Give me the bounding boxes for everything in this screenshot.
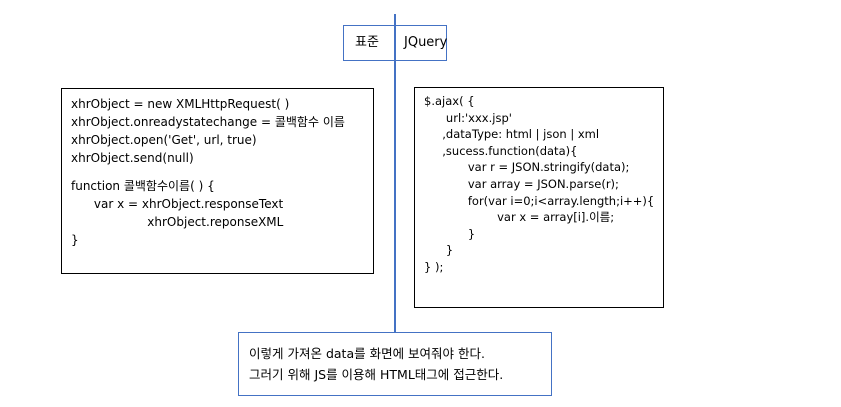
jquery-code-box: $.ajax( { url:'xxx.jsp' ,dataType: html … [414, 87, 664, 308]
code-line: } ); [424, 259, 444, 274]
note-line-2: 그러기 위해 JS를 이용해 HTML태그에 접근한다. [249, 367, 504, 382]
code-line: xhrObject.open('Get', url, true) [71, 133, 257, 147]
comparison-header: 표준 JQuery [343, 25, 447, 61]
code-line: xhrObject = new XMLHttpRequest( ) [71, 97, 290, 111]
code-line: } [424, 243, 454, 258]
jquery-label: JQuery [404, 35, 448, 50]
code-line: } [71, 233, 79, 247]
code-line: for(var i=0;i<array.length;i++){ [424, 193, 655, 208]
code-line: ,dataType: html | json | xml [424, 127, 600, 142]
note-line-1: 이렇게 가져온 data를 화면에 보여줘야 한다. [249, 346, 485, 361]
standard-label: 표준 [355, 35, 379, 50]
code-line: ,sucess.function(data){ [424, 143, 578, 158]
code-line: } [424, 226, 476, 241]
code-line: var x = array[i].이름; [424, 210, 615, 225]
code-line: xhrObject.reponseXML [71, 215, 284, 229]
code-line: url:'xxx.jsp' [424, 110, 512, 125]
standard-code-box: xhrObject = new XMLHttpRequest( ) xhrObj… [61, 88, 374, 274]
code-line: var x = xhrObject.responseText [71, 197, 284, 211]
code-line: var r = JSON.stringify(data); [424, 160, 630, 175]
header-divider [394, 25, 396, 61]
code-line: $.ajax( { [424, 94, 475, 108]
code-line: var array = JSON.parse(r); [424, 176, 619, 191]
explanation-note: 이렇게 가져온 data를 화면에 보여줘야 한다. 그러기 위해 JS를 이용… [238, 332, 552, 396]
code-line: function 콜백함수이름( ) { [71, 179, 215, 193]
center-divider-line [394, 14, 396, 336]
code-line: xhrObject.onreadystatechange = 콜백함수 이름 [71, 115, 345, 129]
code-line: xhrObject.send(null) [71, 151, 194, 165]
